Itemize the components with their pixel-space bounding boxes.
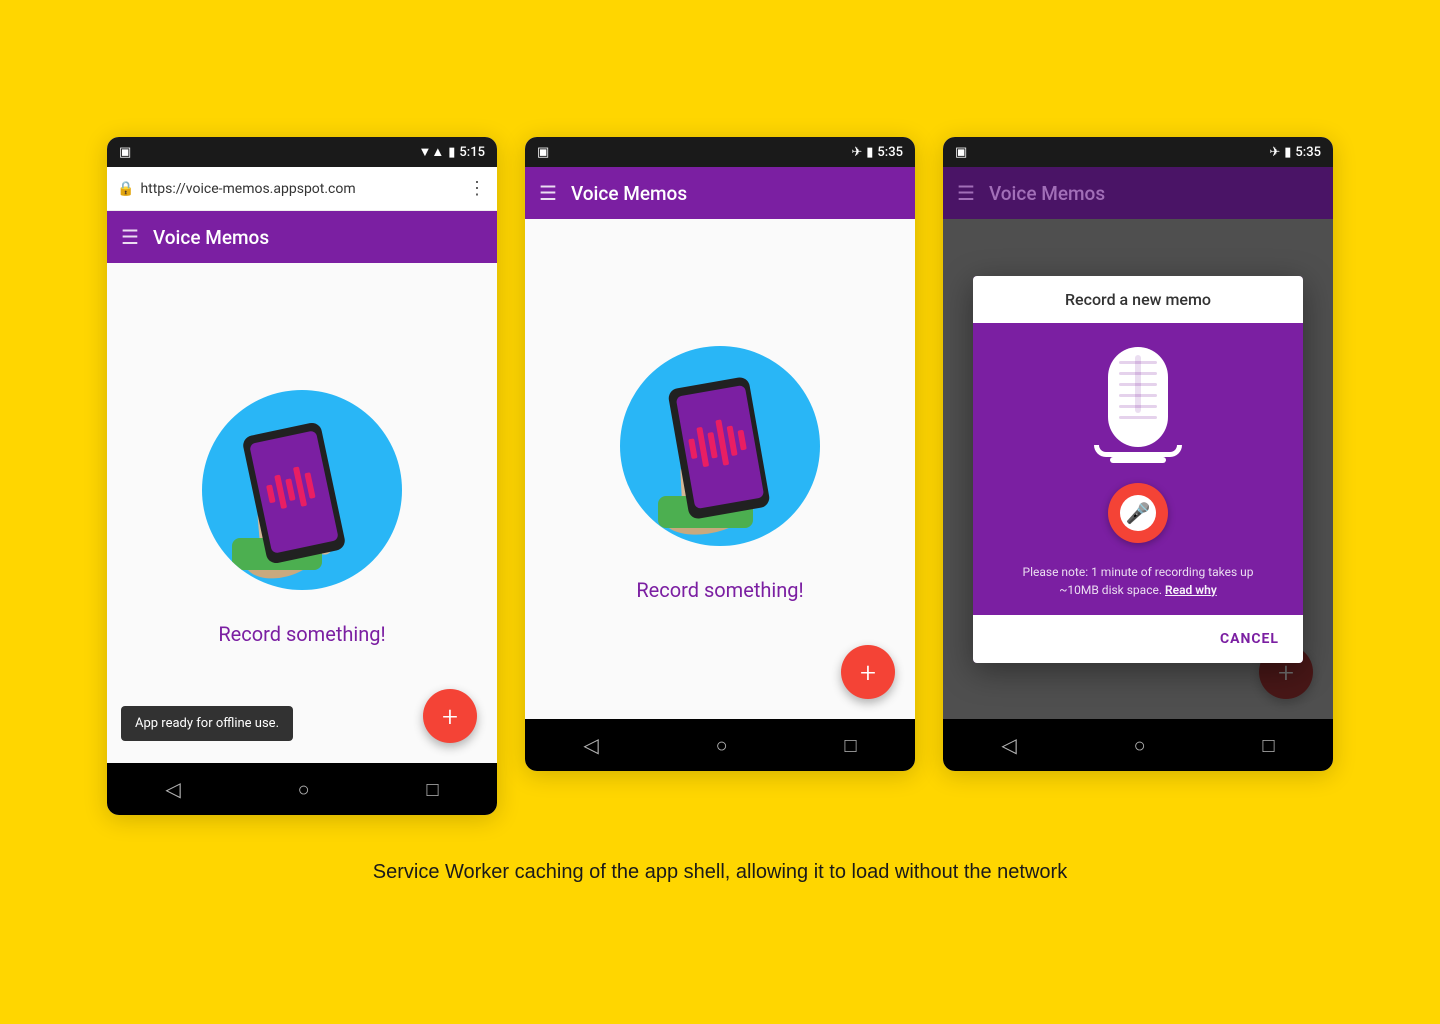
phone-1: ▣ ▼▲ ▮ 5:15 🔒 https://voice-memos.appspo… — [107, 137, 497, 815]
dialog: Record a new memo — [973, 276, 1303, 663]
mic-body — [1108, 347, 1168, 447]
read-why-link[interactable]: Read why — [1165, 583, 1217, 597]
url-text: https://voice-memos.appspot.com — [140, 181, 462, 197]
home-button-2[interactable]: ○ — [716, 733, 728, 758]
status-left-3: ▣ — [955, 145, 967, 160]
note-text: Please note: 1 minute of recording takes… — [1023, 565, 1254, 597]
tablet-icon-1: ▣ — [119, 145, 131, 160]
status-bar-3: ▣ ✈ ▮ 5:35 — [943, 137, 1333, 167]
recent-button-3[interactable]: □ — [1262, 733, 1274, 758]
status-right-3: ✈ ▮ 5:35 — [1269, 145, 1321, 160]
app-title-3: Voice Memos — [989, 182, 1105, 205]
phones-row: ▣ ▼▲ ▮ 5:15 🔒 https://voice-memos.appspo… — [107, 137, 1333, 815]
tablet-icon-2: ▣ — [537, 145, 549, 160]
battery-icon-1: ▮ — [448, 145, 455, 160]
record-label-2: Record something! — [636, 578, 803, 602]
phone-content-3: Record a new memo — [943, 219, 1333, 719]
fab-1[interactable]: + — [423, 689, 477, 743]
back-button-1[interactable]: ◁ — [165, 777, 180, 801]
app-title-1: Voice Memos — [153, 226, 269, 249]
status-bar-2: ▣ ✈ ▮ 5:35 — [525, 137, 915, 167]
battery-icon-2: ▮ — [866, 145, 873, 160]
record-button[interactable]: 🎤 — [1108, 483, 1168, 543]
hamburger-icon-2[interactable]: ☰ — [539, 181, 557, 205]
fab-2[interactable]: + — [841, 645, 895, 699]
app-title-2: Voice Memos — [571, 182, 687, 205]
record-label-1: Record something! — [218, 622, 385, 646]
phone-3: ▣ ✈ ▮ 5:35 ☰ Voice Memos Record a new me… — [943, 137, 1333, 771]
hamburger-icon-3[interactable]: ☰ — [957, 181, 975, 205]
tablet-icon-3: ▣ — [955, 145, 967, 160]
airplane-icon-2: ✈ — [851, 145, 862, 160]
status-right-1: ▼▲ ▮ 5:15 — [419, 144, 485, 160]
home-button-3[interactable]: ○ — [1134, 733, 1146, 758]
phone-illustration-2 — [620, 346, 820, 546]
microphone-illustration — [1094, 347, 1182, 463]
caption: Service Worker caching of the app shell,… — [373, 857, 1067, 887]
status-left-1: ▣ — [119, 145, 131, 160]
fab-icon-2: + — [860, 656, 876, 689]
phone-content-1: Record something! App ready for offline … — [107, 263, 497, 763]
phone-2: ▣ ✈ ▮ 5:35 ☰ Voice Memos — [525, 137, 915, 771]
nav-bar-3: ◁ ○ □ — [943, 719, 1333, 771]
dialog-note: Please note: 1 minute of recording takes… — [993, 563, 1283, 599]
back-button-3[interactable]: ◁ — [1001, 733, 1016, 757]
fab-icon-1: + — [442, 700, 458, 733]
recent-button-2[interactable]: □ — [844, 733, 856, 758]
dialog-body: 🎤 Please note: 1 minute of recording tak… — [973, 323, 1303, 615]
app-bar-1: ☰ Voice Memos — [107, 211, 497, 263]
time-2: 5:35 — [877, 145, 903, 160]
recent-button-1[interactable]: □ — [426, 777, 438, 802]
hamburger-icon-1[interactable]: ☰ — [121, 225, 139, 249]
illustration-circle-1 — [202, 390, 402, 590]
lock-icon: 🔒 — [117, 181, 134, 197]
more-options-icon[interactable]: ⋮ — [468, 178, 487, 199]
airplane-icon-3: ✈ — [1269, 145, 1280, 160]
cancel-button[interactable]: CANCEL — [1210, 623, 1289, 655]
app-bar-3: ☰ Voice Memos — [943, 167, 1333, 219]
phone-content-2: Record something! + — [525, 219, 915, 719]
time-1: 5:15 — [459, 145, 485, 160]
dialog-overlay: Record a new memo — [943, 219, 1333, 719]
dialog-title: Record a new memo — [973, 276, 1303, 323]
snackbar-text: App ready for offline use. — [135, 716, 279, 731]
dialog-actions: CANCEL — [973, 615, 1303, 663]
mic-icon-small: 🎤 — [1126, 501, 1151, 525]
status-bar-1: ▣ ▼▲ ▮ 5:15 — [107, 137, 497, 167]
wifi-icon-1: ▼▲ — [419, 144, 445, 160]
nav-bar-1: ◁ ○ □ — [107, 763, 497, 815]
record-button-inner: 🎤 — [1120, 495, 1156, 531]
status-left-2: ▣ — [537, 145, 549, 160]
app-bar-2: ☰ Voice Memos — [525, 167, 915, 219]
status-right-2: ✈ ▮ 5:35 — [851, 145, 903, 160]
home-button-1[interactable]: ○ — [298, 777, 310, 802]
url-bar[interactable]: 🔒 https://voice-memos.appspot.com ⋮ — [107, 167, 497, 211]
time-3: 5:35 — [1295, 145, 1321, 160]
illustration-circle-2 — [620, 346, 820, 546]
battery-icon-3: ▮ — [1284, 145, 1291, 160]
phone-illustration-1 — [202, 390, 402, 590]
back-button-2[interactable]: ◁ — [583, 733, 598, 757]
snackbar: App ready for offline use. — [121, 706, 293, 741]
nav-bar-2: ◁ ○ □ — [525, 719, 915, 771]
